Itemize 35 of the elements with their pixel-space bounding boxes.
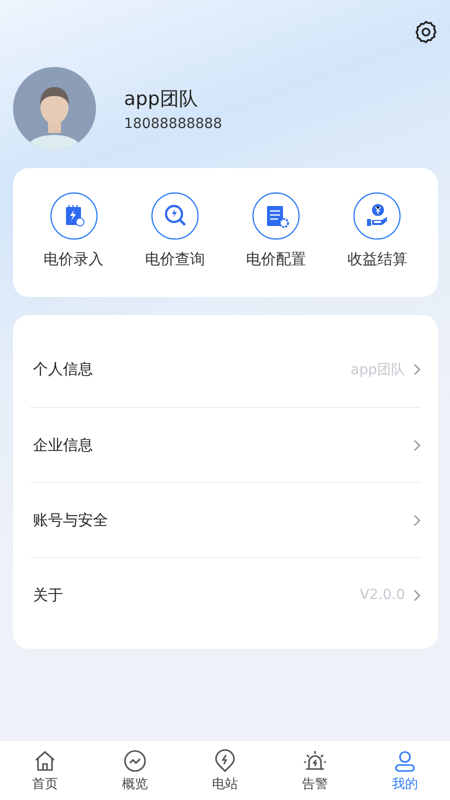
chevron-right-icon [413,363,421,376]
trend-circle-icon [123,748,147,772]
shortcut-button[interactable]: 电价配置 [226,192,327,272]
user-name: app团队 [124,86,199,112]
tab[interactable]: 我的 [360,741,450,800]
notebook-bolt-icon [50,192,98,240]
tab[interactable]: 首页 [0,741,90,800]
phone-number: 18088888888 [124,116,222,132]
menu-row[interactable]: 企业信息 [30,407,421,482]
hand-coin-icon [353,192,402,240]
menu-label: 个人信息 [33,360,94,379]
shortcut-button[interactable]: 电价录入 [23,192,124,272]
menu-value: app团队 [350,360,405,378]
menu-label: 账号与安全 [33,510,109,530]
siren-icon [303,748,327,772]
menu-label: 企业信息 [33,436,94,454]
house-icon [33,748,57,772]
shortcut-button[interactable]: 收益结算 [326,192,428,272]
tab[interactable]: 告警 [270,741,360,800]
settings-icon[interactable] [414,20,438,44]
shortcut-button[interactable]: 电价查询 [124,192,226,272]
chevron-right-icon [413,438,421,452]
menu-row[interactable]: 关于 V2.0.0 [30,557,421,632]
menu-label: 关于 [33,586,64,604]
menu-value: V2.0.0 [360,587,405,603]
menu-row[interactable]: 账号与安全 [30,482,421,557]
magnifier-bolt-icon [150,192,199,240]
document-gear-icon [252,192,300,240]
person-icon [393,748,417,772]
tab[interactable]: 电站 [180,741,270,800]
map-pin-bolt-icon [213,748,237,772]
menu-row[interactable]: 个人信息 app团队 [30,332,421,407]
tab[interactable]: 概览 [90,741,180,800]
chevron-right-icon [413,588,421,602]
chevron-right-icon [413,514,421,526]
